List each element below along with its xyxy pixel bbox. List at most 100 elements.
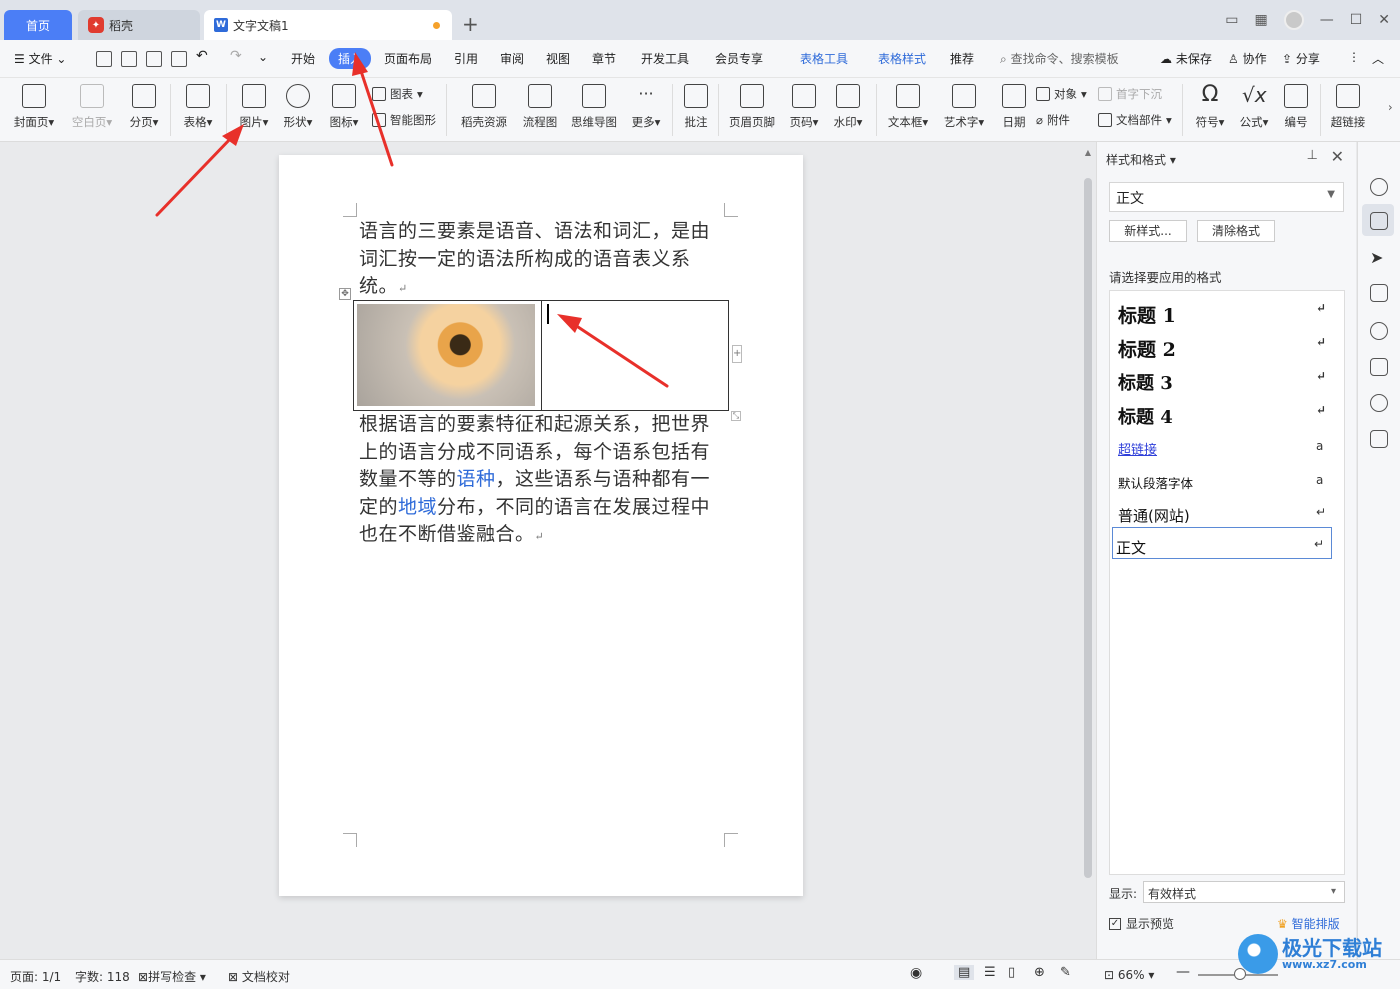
object-button[interactable]: 对象 ▾ (1036, 86, 1087, 102)
flowchart-button[interactable]: 流程图 (514, 82, 566, 130)
write-view-icon[interactable]: ✎ (1060, 965, 1071, 980)
smart-graphic-button[interactable]: 智能图形 (372, 112, 436, 128)
print-preview-icon[interactable] (171, 51, 187, 67)
search-command[interactable]: ⌕ 查找命令、搜索模板 (1000, 50, 1119, 67)
table-button[interactable]: 表格▾ (172, 82, 224, 130)
scroll-up-icon[interactable]: ▲ (1083, 148, 1093, 157)
clear-format-button[interactable]: 清除格式 (1197, 220, 1275, 242)
menu-table-style[interactable]: 表格样式 (878, 50, 926, 67)
scrollbar-thumb[interactable] (1084, 178, 1092, 878)
document-page[interactable]: 语言的三要素是语音、语法和词汇，是由词汇按一定的语法所构成的语音表义系统。↵ ✥… (279, 155, 803, 896)
attachment-button[interactable]: ⌀ 附件 (1036, 112, 1070, 128)
daoke-resource-button[interactable]: 稻壳资源 (456, 82, 512, 130)
menu-table-tools[interactable]: 表格工具 (800, 50, 848, 67)
unsaved-status[interactable]: ☁ 未保存 (1160, 50, 1212, 67)
document-table[interactable] (353, 300, 729, 411)
hyperlink-button[interactable]: 超链接 (1322, 82, 1374, 130)
menu-recommend[interactable]: 推荐 (950, 50, 974, 67)
header-footer-button[interactable]: 页眉页脚 (724, 82, 780, 130)
link-yuzhong[interactable]: 语种 (457, 468, 496, 490)
minimize-button[interactable]: — (1320, 12, 1334, 28)
menu-view[interactable]: 视图 (546, 50, 570, 67)
page-view-icon[interactable]: ▤ (954, 965, 975, 980)
watermark-button[interactable]: 水印▾ (822, 82, 874, 130)
pen-style-icon[interactable] (1370, 212, 1388, 230)
date-button[interactable]: 日期 (988, 82, 1040, 130)
close-button[interactable]: ✕ (1378, 12, 1390, 28)
qat-more-icon[interactable]: ⌄ (258, 50, 268, 64)
more-button[interactable]: ··· 更多▾ (620, 82, 672, 130)
shape-button[interactable]: 形状▾ (272, 82, 324, 130)
help-icon[interactable] (1370, 322, 1388, 340)
collab-button[interactable]: ♙ 协作 (1228, 50, 1267, 67)
paragraph-1[interactable]: 语言的三要素是语音、语法和词汇，是由词汇按一定的语法所构成的语音表义系统。↵ (359, 218, 729, 303)
zoom-out-button[interactable]: — (1176, 964, 1190, 980)
adjust-icon[interactable] (1370, 284, 1388, 302)
style-heading-2[interactable]: 标题 2 ↵ (1118, 335, 1326, 362)
more-menu-icon[interactable]: ⋮ (1348, 50, 1360, 64)
smart-layout-button[interactable]: ♛ 智能排版 (1277, 915, 1340, 932)
doc-part-button[interactable]: 文档部件 ▾ (1098, 112, 1172, 128)
mindmap-button[interactable]: 思维导图 (566, 82, 622, 130)
art-text-button[interactable]: 艺术字▾ (938, 82, 990, 130)
word-count[interactable]: 字数: 118 (75, 968, 130, 985)
maximize-button[interactable]: ☐ (1350, 12, 1363, 28)
menu-member[interactable]: 会员专享 (715, 50, 763, 67)
show-preview-checkbox[interactable]: ✓ 显示预览 (1109, 915, 1174, 932)
web-view-icon[interactable]: ⊕ (1034, 965, 1045, 980)
file-menu[interactable]: ☰ 文件 ⌄ (14, 50, 66, 67)
style-default-font[interactable]: 默认段落字体 a (1118, 473, 1323, 492)
collapse-ribbon-icon[interactable]: ︿ (1372, 50, 1384, 67)
new-tab-button[interactable]: + (462, 12, 479, 36)
book-icon[interactable] (1370, 430, 1388, 448)
resize-table-icon[interactable]: ⤡ (731, 411, 741, 421)
add-column-icon[interactable]: + (732, 345, 742, 363)
menu-start[interactable]: 开始 (291, 50, 315, 67)
drop-cap-button[interactable]: 首字下沉 (1098, 86, 1162, 102)
table-move-handle-icon[interactable]: ✥ (339, 288, 351, 300)
ribbon-scroll-right-icon[interactable]: › (1388, 100, 1393, 114)
print-icon[interactable] (146, 51, 162, 67)
eye-protection-icon[interactable]: ◉ (910, 965, 922, 981)
rocket-icon[interactable] (1370, 178, 1388, 196)
read-view-icon[interactable]: ▯ (1008, 965, 1015, 980)
chart-button[interactable]: 图表 ▾ (372, 86, 423, 102)
style-normal-web[interactable]: 普通(网站) ↵ (1118, 505, 1326, 526)
vertical-scrollbar[interactable]: ▲ (1083, 148, 1093, 958)
share-button[interactable]: ⇪ 分享 (1282, 50, 1320, 67)
icon-button[interactable]: 图标▾ (318, 82, 370, 130)
comment-button[interactable]: 批注 (670, 82, 722, 130)
cover-page-button[interactable]: 封面页▾ (8, 82, 60, 130)
table-cell-empty[interactable] (542, 301, 728, 410)
menu-review[interactable]: 审阅 (500, 50, 524, 67)
lightning-icon[interactable] (1370, 394, 1388, 412)
doc-proof-button[interactable]: ⊠ 文档校对 (228, 968, 290, 985)
numbering-button[interactable]: 编号 (1270, 82, 1322, 130)
blank-page-button[interactable]: 空白页▾ (66, 82, 118, 130)
menu-chapter[interactable]: 章节 (592, 50, 616, 67)
menu-insert[interactable]: 插入 (329, 48, 372, 69)
styles-panel-title[interactable]: 样式和格式 ▾ (1106, 151, 1176, 168)
menu-reference[interactable]: 引用 (454, 50, 478, 67)
paragraph-2[interactable]: 根据语言的要素特征和起源关系，把世界上的语言分成不同语系，每个语系包括有数量不等… (359, 411, 729, 551)
outline-view-icon[interactable]: ☰ (984, 965, 996, 980)
close-panel-icon[interactable]: ✕ (1331, 147, 1344, 166)
show-select[interactable]: 有效样式 ▾ (1143, 881, 1345, 903)
style-hyperlink[interactable]: 超链接 a (1118, 439, 1323, 458)
robot-icon[interactable] (1370, 358, 1388, 376)
textbox-button[interactable]: 文本框▾ (882, 82, 934, 130)
new-style-button[interactable]: 新样式... (1109, 220, 1187, 242)
style-body[interactable]: 正文 ↵ (1116, 537, 1324, 558)
tab-document[interactable]: W 文字文稿1 (204, 10, 452, 40)
menu-page-layout[interactable]: 页面布局 (384, 50, 432, 67)
link-diyu[interactable]: 地域 (398, 496, 437, 518)
tab-daoke[interactable]: ✦ 稻壳 (78, 10, 200, 40)
undo-icon[interactable]: ↶ (196, 48, 208, 64)
flower-image[interactable] (357, 304, 535, 406)
current-style-select[interactable]: 正文 ▼ (1109, 182, 1344, 212)
table-cell-image[interactable] (354, 301, 542, 410)
export-pdf-icon[interactable] (121, 51, 137, 67)
avatar[interactable] (1283, 10, 1304, 30)
page-break-button[interactable]: 分页▾ (118, 82, 170, 130)
style-heading-3[interactable]: 标题 3 ↵ (1118, 369, 1326, 395)
